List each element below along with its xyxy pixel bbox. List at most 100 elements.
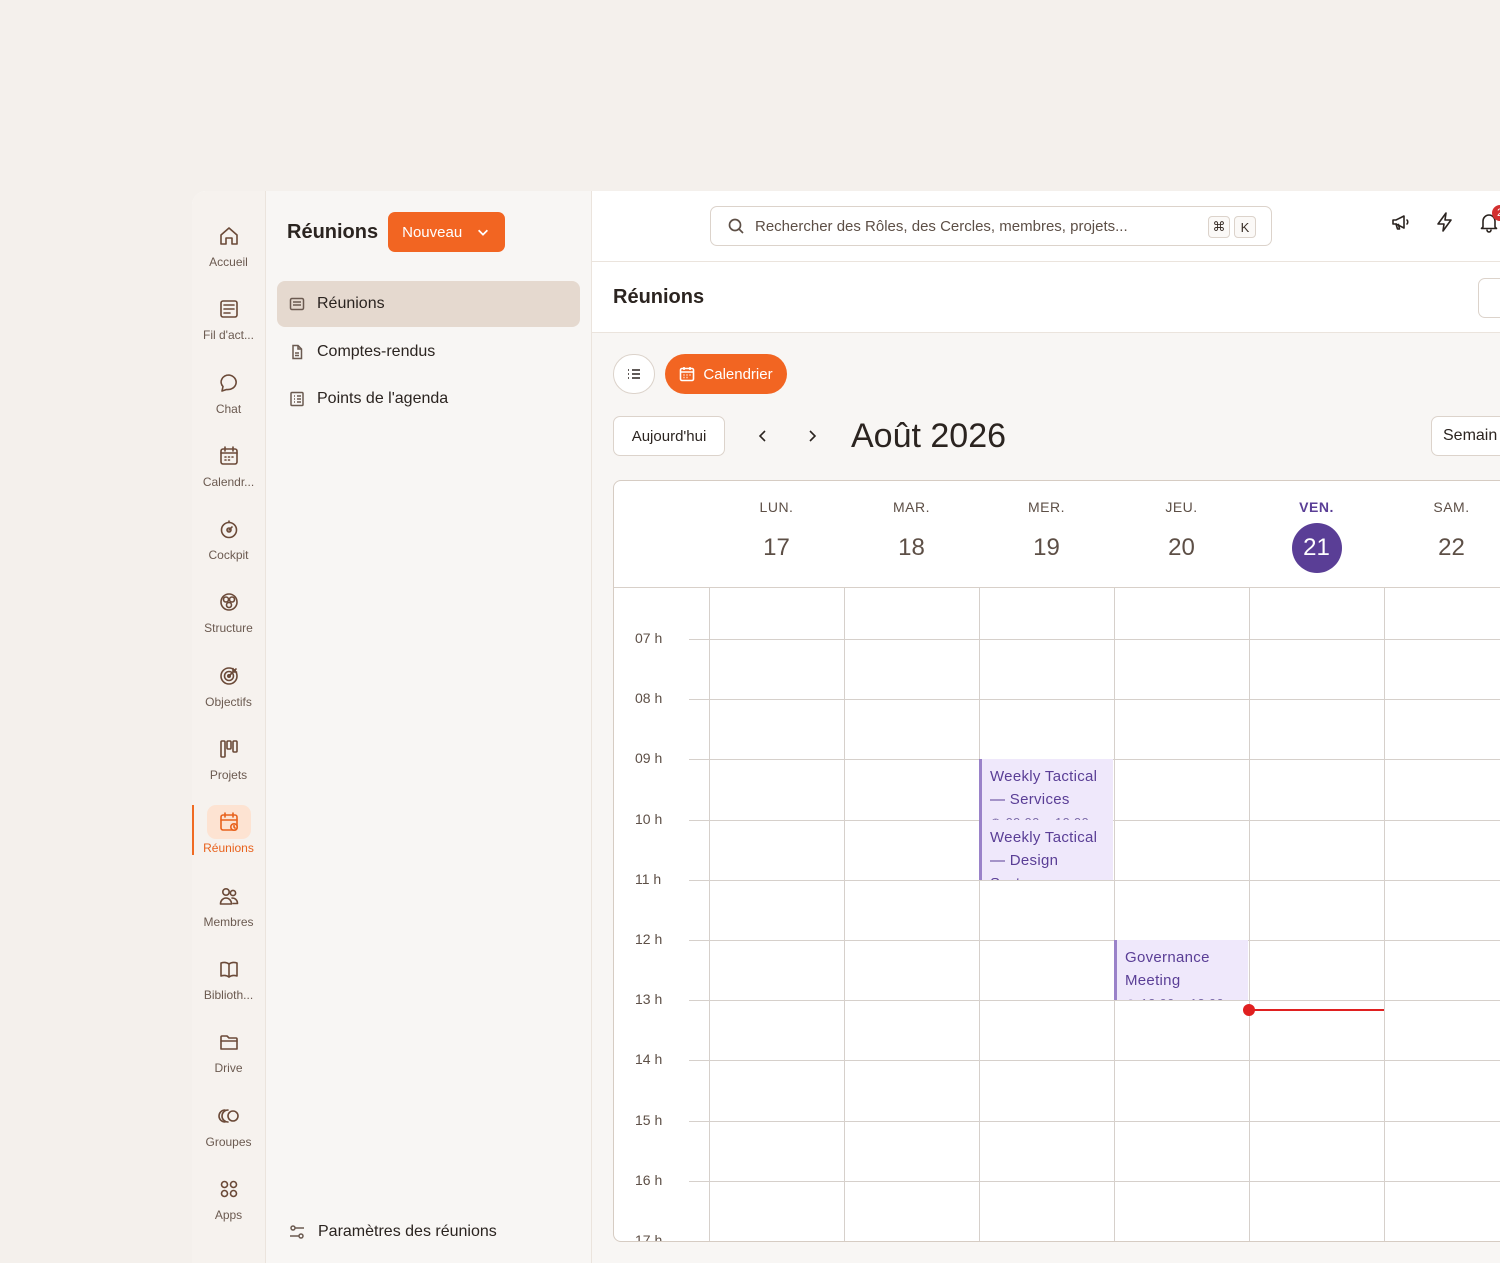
meetings-sidebar: Réunions Nouveau Réunions Comptes-rendus…: [266, 191, 592, 1263]
today-button[interactable]: Aujourd'hui: [613, 416, 725, 456]
next-week-button[interactable]: [802, 426, 822, 446]
sliders-icon: [290, 1225, 304, 1239]
cockpit-icon: [207, 512, 251, 546]
kbd-k: K: [1234, 216, 1256, 238]
hour-label: 11 h: [635, 870, 662, 887]
view-select[interactable]: Semain: [1431, 416, 1500, 456]
time-grid: 07 h 08 h 09 h 10 h 11 h 12 h 13 h 14 h 15 h 16 h…: [614, 588, 1500, 1242]
sidebar-item-label: Réunions: [317, 295, 385, 312]
hour-label: 08 h: [635, 690, 663, 707]
rail-item-structure[interactable]: Structure: [192, 585, 265, 658]
day-date: 21: [1291, 523, 1342, 573]
day-headers: LUN. 17 MAR. 18 MER. 19 JEU. 20 VEN. 21 SAM. 22: [614, 481, 1500, 588]
main-rail: Accueil Fil d'act... Chat Calendr... Cockpit…: [192, 191, 266, 1263]
meetings-settings-link[interactable]: Paramètres des réunions: [288, 1223, 497, 1241]
event-title-line: Weekly Tactical: [990, 828, 1098, 846]
search-input[interactable]: Rechercher des Rôles, des Cercles, membr…: [710, 206, 1272, 246]
rail-item-biblioth[interactable]: Biblioth...: [192, 952, 265, 1025]
calendar-icon: [207, 439, 251, 473]
rail-item-calendr[interactable]: Calendr...: [192, 439, 265, 512]
month-title: Août 2026: [851, 417, 1007, 455]
new-button[interactable]: Nouveau: [388, 212, 506, 252]
event-title-line: Weekly Tactical: [990, 768, 1098, 786]
main-panel: Rechercher des Rôles, des Cercles, membr…: [592, 191, 1500, 1263]
rail-item-fil-d-act[interactable]: Fil d'act...: [192, 292, 265, 365]
hour-line: [689, 699, 1500, 701]
sidebar-item-label: Comptes-rendus: [317, 342, 436, 360]
rail-item-groupes[interactable]: Groupes: [192, 1099, 265, 1172]
rail-item-label: Chat: [215, 401, 242, 416]
event-time: ◷ 12:00 – 13:00: [1125, 992, 1248, 1000]
rail-item-drive[interactable]: Drive: [192, 1025, 265, 1098]
top-icons: 2: [1390, 205, 1500, 233]
sidebar-item-meetings[interactable]: Réunions: [277, 281, 580, 327]
sidebar-item-agenda[interactable]: Points de l'agenda: [277, 376, 580, 422]
view-switcher: Calendrier: [613, 354, 787, 394]
rail-item-chat[interactable]: Chat: [192, 366, 265, 439]
list-icon: [628, 369, 640, 379]
chat-icon: [207, 366, 251, 400]
list-panel-icon: [289, 297, 305, 311]
rail-item-accueil[interactable]: Accueil: [192, 219, 265, 292]
rail-item-objectifs[interactable]: Objectifs: [192, 659, 265, 732]
members-icon: [207, 879, 251, 913]
event-title-line: System: [990, 872, 1113, 880]
event-title-line: — Design: [990, 851, 1059, 869]
hour-line: [689, 1241, 1500, 1242]
calendar-nav: Aujourd'hui Août 2026 Semain: [613, 416, 1500, 456]
sidebar-item-reports[interactable]: Comptes-rendus: [277, 329, 580, 375]
rail-item-label: Réunions: [203, 841, 254, 856]
calendar-event[interactable]: Weekly Tactical — Design System: [979, 819, 1113, 880]
target-icon: [207, 659, 251, 693]
structure-icon: [207, 585, 251, 619]
day-header[interactable]: MAR. 18: [844, 481, 979, 588]
feed-icon: [207, 292, 251, 326]
sidebar-list: Réunions Comptes-rendus Points de l'agen…: [266, 281, 591, 422]
day-date: 19: [1033, 534, 1060, 561]
rail-item-label: Biblioth...: [203, 987, 254, 1002]
hour-line: [689, 1180, 1500, 1182]
groups-icon: [207, 1099, 251, 1133]
day-header[interactable]: SAM. 22: [1384, 481, 1500, 588]
day-date: 20: [1168, 534, 1195, 561]
meeting-icon: [206, 805, 251, 840]
hour-line: [689, 879, 1500, 881]
event-title-line: Meeting: [1125, 972, 1181, 989]
hour-label: 12 h: [635, 931, 663, 947]
column-divider: [709, 588, 710, 1241]
rail-item-cockpit[interactable]: Cockpit: [192, 512, 265, 585]
list-view-button[interactable]: [613, 354, 655, 394]
hour-label: 10 h: [635, 810, 663, 827]
prev-week-button[interactable]: [753, 426, 773, 446]
hour-line: [689, 1120, 1500, 1122]
rail-item-label: Groupes: [205, 1134, 252, 1149]
hour-line: [689, 940, 1500, 941]
sidebar-title: Réunions: [287, 220, 379, 243]
rail-item-réunions[interactable]: Réunions: [192, 805, 265, 878]
rail-item-membres[interactable]: Membres: [192, 879, 265, 952]
lightning-icon[interactable]: [1434, 211, 1456, 233]
calendar-event[interactable]: Weekly Tactical — Services ◷ 09:00 – 10:00: [979, 759, 1113, 820]
rail-item-label: Projets: [209, 768, 248, 783]
page-action-button[interactable]: [1478, 278, 1500, 318]
rail-item-apps[interactable]: Apps: [192, 1172, 265, 1245]
app-window: Accueil Fil d'act... Chat Calendr... Cockpit…: [192, 191, 1500, 1263]
day-header[interactable]: VEN. 21: [1249, 481, 1384, 588]
rail-item-label: Objectifs: [205, 694, 252, 709]
column-divider: [1114, 588, 1115, 1241]
calendar-event[interactable]: Governance Meeting ◷ 12:00 – 13:00: [1114, 940, 1248, 1001]
day-header[interactable]: JEU. 20: [1114, 481, 1249, 588]
day-header[interactable]: LUN. 17: [709, 481, 844, 588]
page-header: Réunions: [592, 262, 1500, 333]
search-placeholder: Rechercher des Rôles, des Cercles, membr…: [755, 217, 1128, 235]
bell-icon[interactable]: 2: [1478, 205, 1500, 233]
calendar-view-button[interactable]: Calendrier: [665, 354, 787, 394]
rail-item-projets[interactable]: Projets: [192, 732, 265, 805]
page-title: Réunions: [613, 286, 705, 308]
rail-item-label: Drive: [214, 1061, 243, 1076]
checklist-icon: [290, 391, 304, 407]
day-header[interactable]: MER. 19: [979, 481, 1114, 588]
megaphone-icon[interactable]: [1390, 211, 1412, 233]
hour-label: 07 h: [635, 630, 663, 646]
calendar-view-label: Calendrier: [703, 365, 773, 383]
